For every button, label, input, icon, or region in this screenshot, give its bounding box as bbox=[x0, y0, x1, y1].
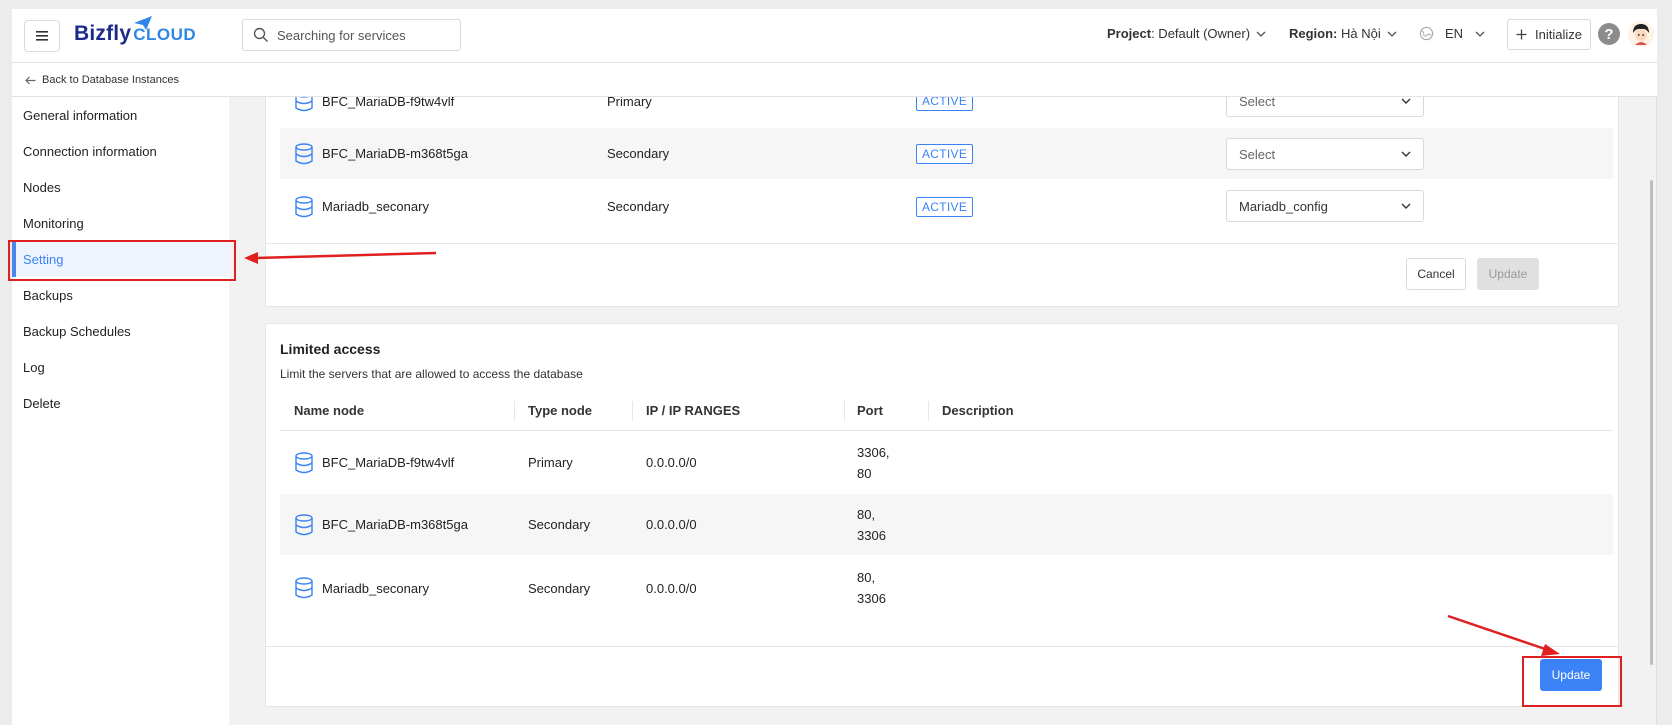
annotation-arrow-setting bbox=[244, 251, 437, 264]
annotation-arrows bbox=[244, 251, 1560, 656]
annotation-arrow-update bbox=[1447, 614, 1560, 656]
